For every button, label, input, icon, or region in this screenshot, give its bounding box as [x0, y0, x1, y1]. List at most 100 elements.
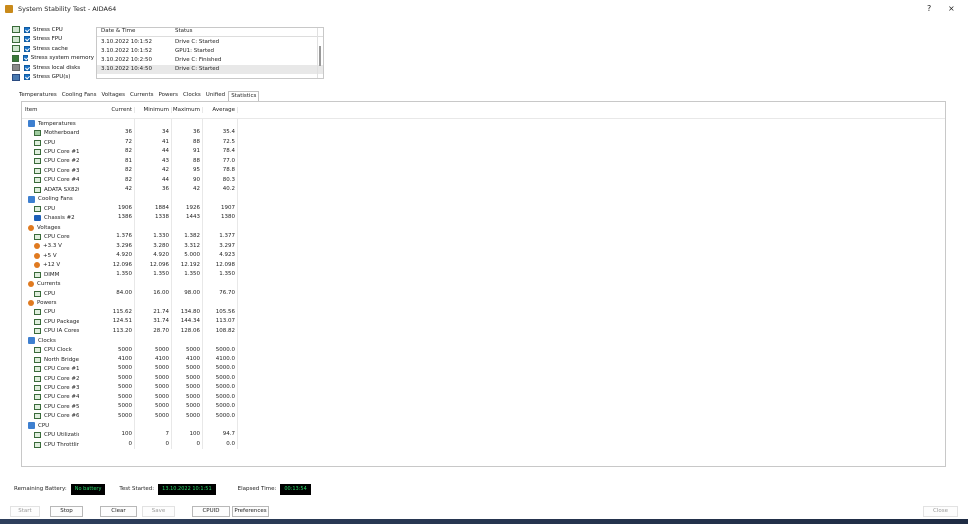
minimum-value: 44 — [135, 147, 172, 157]
table-row[interactable]: CPU 84.00 16.00 98.00 76.70 — [22, 288, 945, 299]
tab-unified[interactable]: Unified — [204, 91, 227, 101]
tab-voltages[interactable]: Voltages — [99, 91, 127, 101]
checkbox-checked-icon[interactable] — [24, 74, 30, 81]
header-current[interactable]: Current — [79, 107, 135, 113]
log-row[interactable]: 3.10.2022 10:1:52 GPU1: Started — [97, 46, 323, 55]
voltage-icon — [34, 243, 40, 250]
cpu-icon — [34, 366, 41, 373]
current-value: 5000 — [79, 345, 135, 355]
header-maximum[interactable]: Maximum — [172, 107, 203, 113]
row-label: +12 V — [43, 262, 61, 269]
header-average[interactable]: Average — [203, 107, 238, 113]
row-name-cell: CPU Core #1 — [22, 149, 79, 156]
table-row[interactable]: CPU Core #1 82 44 91 78.4 — [22, 147, 945, 157]
group-row[interactable]: Powers — [22, 298, 945, 308]
table-row[interactable]: ADATA SX8200PNP42364240.2 — [22, 185, 945, 195]
table-row[interactable]: Motherboard 36 34 36 35.4 — [22, 128, 945, 138]
table-row[interactable]: CPU Core #5 Clock5000500050005000.0 — [22, 402, 945, 412]
close-button[interactable]: Close — [923, 506, 958, 517]
average-value: 77.0 — [203, 156, 238, 167]
checkbox-checked-icon[interactable] — [22, 55, 28, 62]
tab-clocks[interactable]: Clocks — [181, 91, 203, 101]
group-row[interactable]: Cooling Fans — [22, 194, 945, 204]
table-row[interactable]: CPU Utilization100710094.7 — [22, 430, 945, 440]
table-row[interactable]: DIMM 1.350 1.350 1.350 1.350 — [22, 270, 945, 280]
group-row[interactable]: CPU — [22, 421, 945, 431]
row-name-cell: +12 V — [22, 262, 79, 269]
tab-temperatures[interactable]: Temperatures — [17, 91, 59, 101]
table-row[interactable]: CPU Package 124.51 31.74 144.34 113.07 — [22, 317, 945, 327]
table-row[interactable]: CPU 1906 1884 1926 1907 — [22, 203, 945, 214]
row-label: CPU Core #4 Clock — [44, 394, 79, 401]
stress-device-item[interactable]: Stress cache — [12, 44, 94, 54]
start-button[interactable]: Start — [10, 506, 40, 517]
group-row[interactable]: Currents — [22, 279, 945, 289]
table-row[interactable]: CPU Core #4 82 44 90 80.3 — [22, 175, 945, 186]
stress-device-item[interactable]: Stress GPU(s) — [12, 73, 94, 83]
checkbox-checked-icon[interactable] — [24, 26, 30, 33]
preferences-button[interactable]: Preferences — [232, 506, 269, 517]
elapsed-time-label: Elapsed Time: — [237, 486, 277, 492]
log-scroll-thumb[interactable] — [319, 46, 321, 66]
table-row[interactable]: CPU Core #3 Clock5000500050005000.0 — [22, 383, 945, 393]
row-name-cell: DIMM — [22, 271, 79, 278]
table-row[interactable]: CPU Throttling0000.0 — [22, 439, 945, 450]
table-row[interactable]: CPU Core #6 Clock5000500050005000.0 — [22, 411, 945, 421]
current-icon — [28, 281, 34, 288]
minimum-value — [135, 336, 172, 346]
row-name-cell: Clocks — [22, 337, 79, 345]
tab-cooling-fans[interactable]: Cooling Fans — [60, 91, 99, 101]
clear-button[interactable]: Clear — [100, 506, 137, 517]
row-label: +3.3 V — [43, 243, 62, 250]
table-row[interactable]: CPU 115.62 21.74 134.80 105.56 — [22, 307, 945, 318]
row-label: Motherboard — [44, 130, 79, 137]
table-row[interactable]: CPU Clock 5000 5000 5000 5000.0 — [22, 345, 945, 355]
table-row[interactable]: North Bridge Clock4100410041004100.0 — [22, 354, 945, 365]
minimum-value: 5000 — [135, 364, 172, 374]
table-row[interactable]: +12 V 12.096 12.096 12.192 12.098 — [22, 260, 945, 270]
close-icon[interactable]: × — [948, 4, 955, 13]
power-icon — [28, 300, 34, 307]
log-datetime: 3.10.2022 10:4:50 — [101, 66, 152, 73]
table-row[interactable]: CPU Core #3 82 42 95 78.8 — [22, 166, 945, 176]
stop-button[interactable]: Stop — [50, 506, 83, 517]
checkbox-checked-icon[interactable] — [24, 45, 30, 52]
header-item[interactable]: Item — [22, 107, 79, 113]
checkbox-checked-icon[interactable] — [24, 36, 30, 43]
row-label: CPU — [38, 422, 50, 429]
current-value: 124.51 — [79, 317, 135, 327]
stress-device-item[interactable]: Stress FPU — [12, 35, 94, 45]
table-row[interactable]: CPU Core #4 Clock5000500050005000.0 — [22, 392, 945, 403]
group-row[interactable]: Voltages — [22, 222, 945, 233]
help-icon[interactable]: ? — [927, 4, 931, 13]
tab-currents[interactable]: Currents — [128, 91, 156, 101]
maximum-value: 134.80 — [172, 307, 203, 318]
table-row[interactable]: CPU Core #1 Clock5000500050005000.0 — [22, 364, 945, 374]
header-minimum[interactable]: Minimum — [135, 107, 172, 113]
stress-device-item[interactable]: Stress system memory — [12, 54, 94, 64]
table-row[interactable]: +3.3 V 3.296 3.280 3.312 3.297 — [22, 241, 945, 252]
group-row[interactable]: Temperatures — [22, 119, 945, 129]
group-row[interactable]: Clocks — [22, 336, 945, 346]
log-row[interactable]: 3.10.2022 10:1:52 Drive C: Started — [97, 37, 323, 46]
table-row[interactable]: +5 V 4.920 4.920 5.000 4.923 — [22, 251, 945, 261]
log-row[interactable]: 3.10.2022 10:2:50 Drive C: Finished — [97, 55, 323, 64]
cpuid-button[interactable]: CPUID — [192, 506, 230, 517]
save-button[interactable]: Save — [142, 506, 175, 517]
log-row[interactable]: 3.10.2022 10:4:50 Drive C: Started — [97, 64, 323, 74]
table-row[interactable]: CPU Core 1.376 1.330 1.382 1.377 — [22, 232, 945, 242]
table-row[interactable]: CPU Core #2 Clock5000500050005000.0 — [22, 373, 945, 384]
chassis-fan-icon — [34, 215, 41, 222]
checkbox-checked-icon[interactable] — [24, 64, 30, 71]
stress-device-item[interactable]: Stress CPU — [12, 25, 94, 35]
log-scrollbar[interactable] — [317, 28, 322, 78]
table-row[interactable]: CPU IA Cores 113.20 28.70 128.06 108.82 — [22, 326, 945, 337]
table-row[interactable]: CPU 72 41 88 72.5 — [22, 137, 945, 148]
stress-device-item[interactable]: Stress local disks — [12, 63, 94, 73]
table-row[interactable]: Chassis #2 1386 1338 1443 1380 — [22, 213, 945, 223]
minimum-value: 5000 — [135, 411, 172, 421]
row-label: CPU Core #4 — [44, 177, 79, 184]
table-row[interactable]: CPU Core #2 81 43 88 77.0 — [22, 156, 945, 167]
tab-statistics[interactable]: Statistics — [228, 91, 260, 101]
tab-powers[interactable]: Powers — [156, 91, 180, 101]
